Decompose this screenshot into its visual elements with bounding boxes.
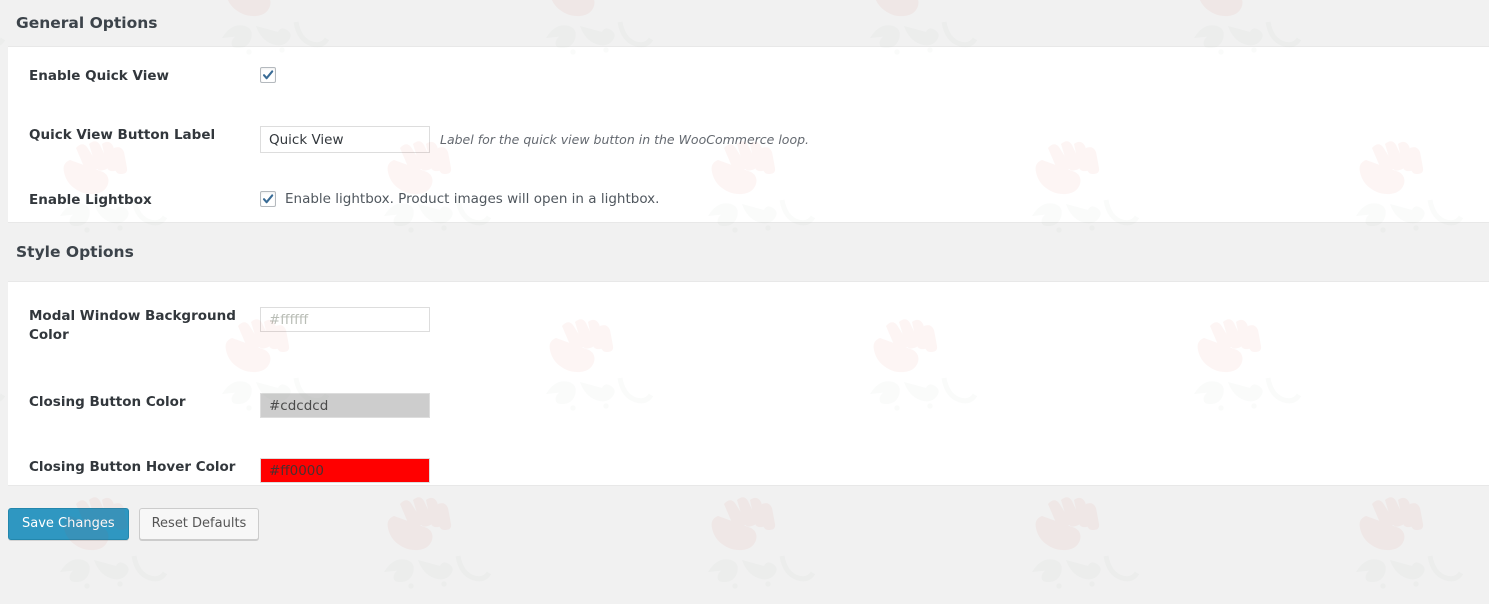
field-closing-button-hover-color	[260, 458, 1489, 483]
quick-view-button-label-input[interactable]	[260, 126, 430, 153]
field-quick-view-button-label: Label for the quick view button in the W…	[260, 126, 1489, 153]
row-quick-view-button-label: Quick View Button Label Label for the qu…	[8, 86, 1489, 153]
inline-label-enable-lightbox: Enable lightbox. Product images will ope…	[285, 191, 660, 207]
closing-button-hover-color-input[interactable]	[260, 458, 430, 483]
closing-button-color-input[interactable]	[260, 393, 430, 418]
checkbox-enable-lightbox[interactable]	[260, 191, 276, 207]
row-enable-lightbox: Enable Lightbox Enable lightbox. Product…	[8, 153, 1489, 210]
save-changes-button[interactable]: Save Changes	[8, 508, 129, 540]
row-closing-button-hover-color: Closing Button Hover Color	[8, 418, 1489, 483]
section-title-style: Style Options	[16, 243, 134, 261]
label-enable-quick-view: Enable Quick View	[29, 68, 169, 84]
section-header-general: General Options	[0, 0, 1489, 46]
form-actions: Save Changes Reset Defaults	[0, 486, 1489, 540]
description-quick-view-button-label: Label for the quick view button in the W…	[440, 132, 810, 147]
checkbox-enable-quick-view[interactable]	[260, 67, 276, 83]
field-modal-window-background-color	[260, 307, 1489, 332]
settings-page: General Options Enable Quick View Quick …	[0, 0, 1489, 567]
reset-defaults-button[interactable]: Reset Defaults	[138, 508, 260, 540]
row-enable-quick-view: Enable Quick View	[8, 47, 1489, 86]
check-icon	[262, 194, 274, 204]
field-enable-lightbox: Enable lightbox. Product images will ope…	[260, 191, 1489, 207]
panel-general-options: Enable Quick View Quick View Button Labe…	[8, 46, 1489, 223]
label-closing-button-color: Closing Button Color	[29, 394, 186, 410]
label-modal-window-background-color: Modal Window Background Color	[29, 308, 236, 343]
label-quick-view-button-label: Quick View Button Label	[29, 127, 216, 143]
field-closing-button-color	[260, 393, 1489, 418]
field-enable-quick-view	[260, 67, 1489, 83]
label-closing-button-hover-color: Closing Button Hover Color	[29, 459, 236, 475]
section-header-style: Style Options	[0, 223, 1489, 281]
section-title-general: General Options	[16, 14, 158, 32]
label-enable-lightbox: Enable Lightbox	[29, 192, 152, 208]
modal-window-background-color-input[interactable]	[260, 307, 430, 332]
check-icon	[262, 70, 274, 80]
row-modal-window-background-color: Modal Window Background Color	[8, 282, 1489, 345]
row-closing-button-color: Closing Button Color	[8, 345, 1489, 418]
panel-style-options: Modal Window Background Color Closing Bu…	[8, 281, 1489, 486]
